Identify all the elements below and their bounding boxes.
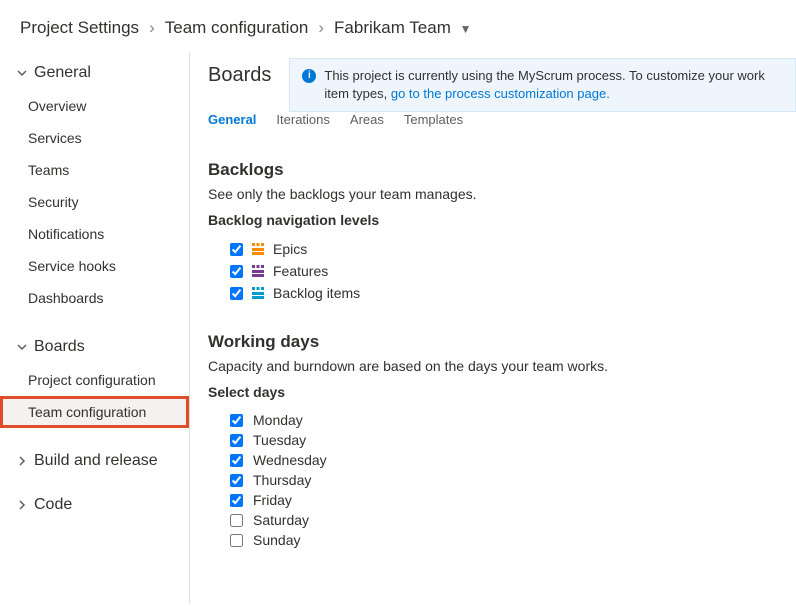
process-customization-link[interactable]: go to the process customization page. (391, 86, 610, 101)
sidebar-group-header[interactable]: Code (0, 488, 189, 522)
day-label: Friday (253, 492, 292, 508)
sidebar-group-label: Code (34, 496, 72, 514)
info-banner: i This project is currently using the My… (289, 58, 796, 112)
day-row: Saturday (230, 510, 796, 530)
breadcrumb-separator-icon: › (318, 18, 324, 38)
sidebar: General OverviewServicesTeamsSecurityNoti… (0, 52, 190, 604)
tab[interactable]: Templates (404, 112, 463, 131)
day-label: Thursday (253, 472, 311, 488)
sidebar-item[interactable]: Team configuration (0, 396, 189, 428)
sidebar-group-label: Boards (34, 338, 85, 356)
day-row: Thursday (230, 470, 796, 490)
sidebar-group-header[interactable]: General (0, 56, 189, 90)
sidebar-group-label: Build and release (34, 452, 158, 470)
sidebar-item[interactable]: Project configuration (0, 364, 189, 396)
page-title: Boards (208, 58, 271, 87)
sidebar-item[interactable]: Teams (0, 154, 189, 186)
backlog-level-checkbox[interactable] (230, 243, 243, 256)
breadcrumb: Project Settings › Team configuration › … (0, 0, 796, 52)
chevron-right-icon (16, 455, 28, 467)
backlog-level-label: Backlog items (273, 285, 360, 301)
day-checkbox[interactable] (230, 434, 243, 447)
sidebar-group-header[interactable]: Build and release (0, 444, 189, 478)
breadcrumb-root[interactable]: Project Settings (20, 18, 139, 38)
day-label: Monday (253, 412, 303, 428)
working-days-subtitle: Capacity and burndown are based on the d… (208, 358, 796, 374)
day-label: Saturday (253, 512, 309, 528)
sidebar-item[interactable]: Notifications (0, 218, 189, 250)
backlog-level-label: Epics (273, 241, 307, 257)
chevron-down-icon (16, 341, 28, 353)
day-row: Sunday (230, 530, 796, 550)
sidebar-item[interactable]: Service hooks (0, 250, 189, 282)
chevron-down-icon (16, 67, 28, 79)
day-checkbox[interactable] (230, 454, 243, 467)
day-row: Monday (230, 410, 796, 430)
sidebar-item[interactable]: Services (0, 122, 189, 154)
day-checkbox[interactable] (230, 534, 243, 547)
backlogs-heading: Backlogs (208, 160, 796, 180)
info-text: This project is currently using the MySc… (324, 67, 783, 103)
day-checkbox[interactable] (230, 414, 243, 427)
sidebar-group-label: General (34, 64, 91, 82)
backlog-level-checkbox[interactable] (230, 287, 243, 300)
tab[interactable]: General (208, 112, 256, 131)
backlog-level-row: Backlog items (230, 282, 796, 304)
work-item-type-icon (251, 264, 265, 278)
days-list: Monday Tuesday Wednesday Thursday Friday Satu… (208, 410, 796, 550)
day-row: Friday (230, 490, 796, 510)
working-days-heading: Working days (208, 332, 796, 352)
chevron-down-icon: ▼ (460, 22, 472, 36)
backlogs-subtitle: See only the backlogs your team manages. (208, 186, 796, 202)
day-checkbox[interactable] (230, 514, 243, 527)
breadcrumb-mid[interactable]: Team configuration (165, 18, 309, 38)
tab[interactable]: Areas (350, 112, 384, 131)
day-checkbox[interactable] (230, 494, 243, 507)
breadcrumb-separator-icon: › (149, 18, 155, 38)
work-item-type-icon (251, 286, 265, 300)
backlog-level-label: Features (273, 263, 328, 279)
day-label: Sunday (253, 532, 300, 548)
tab[interactable]: Iterations (276, 112, 329, 131)
backlog-nav-levels-label: Backlog navigation levels (208, 212, 796, 228)
info-icon: i (302, 69, 316, 83)
day-row: Tuesday (230, 430, 796, 450)
backlog-level-row: Epics (230, 238, 796, 260)
sidebar-item[interactable]: Security (0, 186, 189, 218)
chevron-right-icon (16, 499, 28, 511)
backlog-levels: Epics Features Backlog items (208, 238, 796, 304)
day-label: Wednesday (253, 452, 327, 468)
select-days-label: Select days (208, 384, 796, 400)
breadcrumb-leaf-label: Fabrikam Team (334, 18, 451, 37)
sidebar-group-header[interactable]: Boards (0, 330, 189, 364)
breadcrumb-leaf[interactable]: Fabrikam Team ▼ (334, 18, 471, 38)
sidebar-item[interactable]: Dashboards (0, 282, 189, 314)
backlog-level-checkbox[interactable] (230, 265, 243, 278)
day-checkbox[interactable] (230, 474, 243, 487)
work-item-type-icon (251, 242, 265, 256)
day-label: Tuesday (253, 432, 306, 448)
backlog-level-row: Features (230, 260, 796, 282)
tabs: General Iterations Areas Templates (208, 112, 796, 142)
sidebar-item[interactable]: Overview (0, 90, 189, 122)
main-content: Boards i This project is currently using… (190, 52, 796, 604)
day-row: Wednesday (230, 450, 796, 470)
